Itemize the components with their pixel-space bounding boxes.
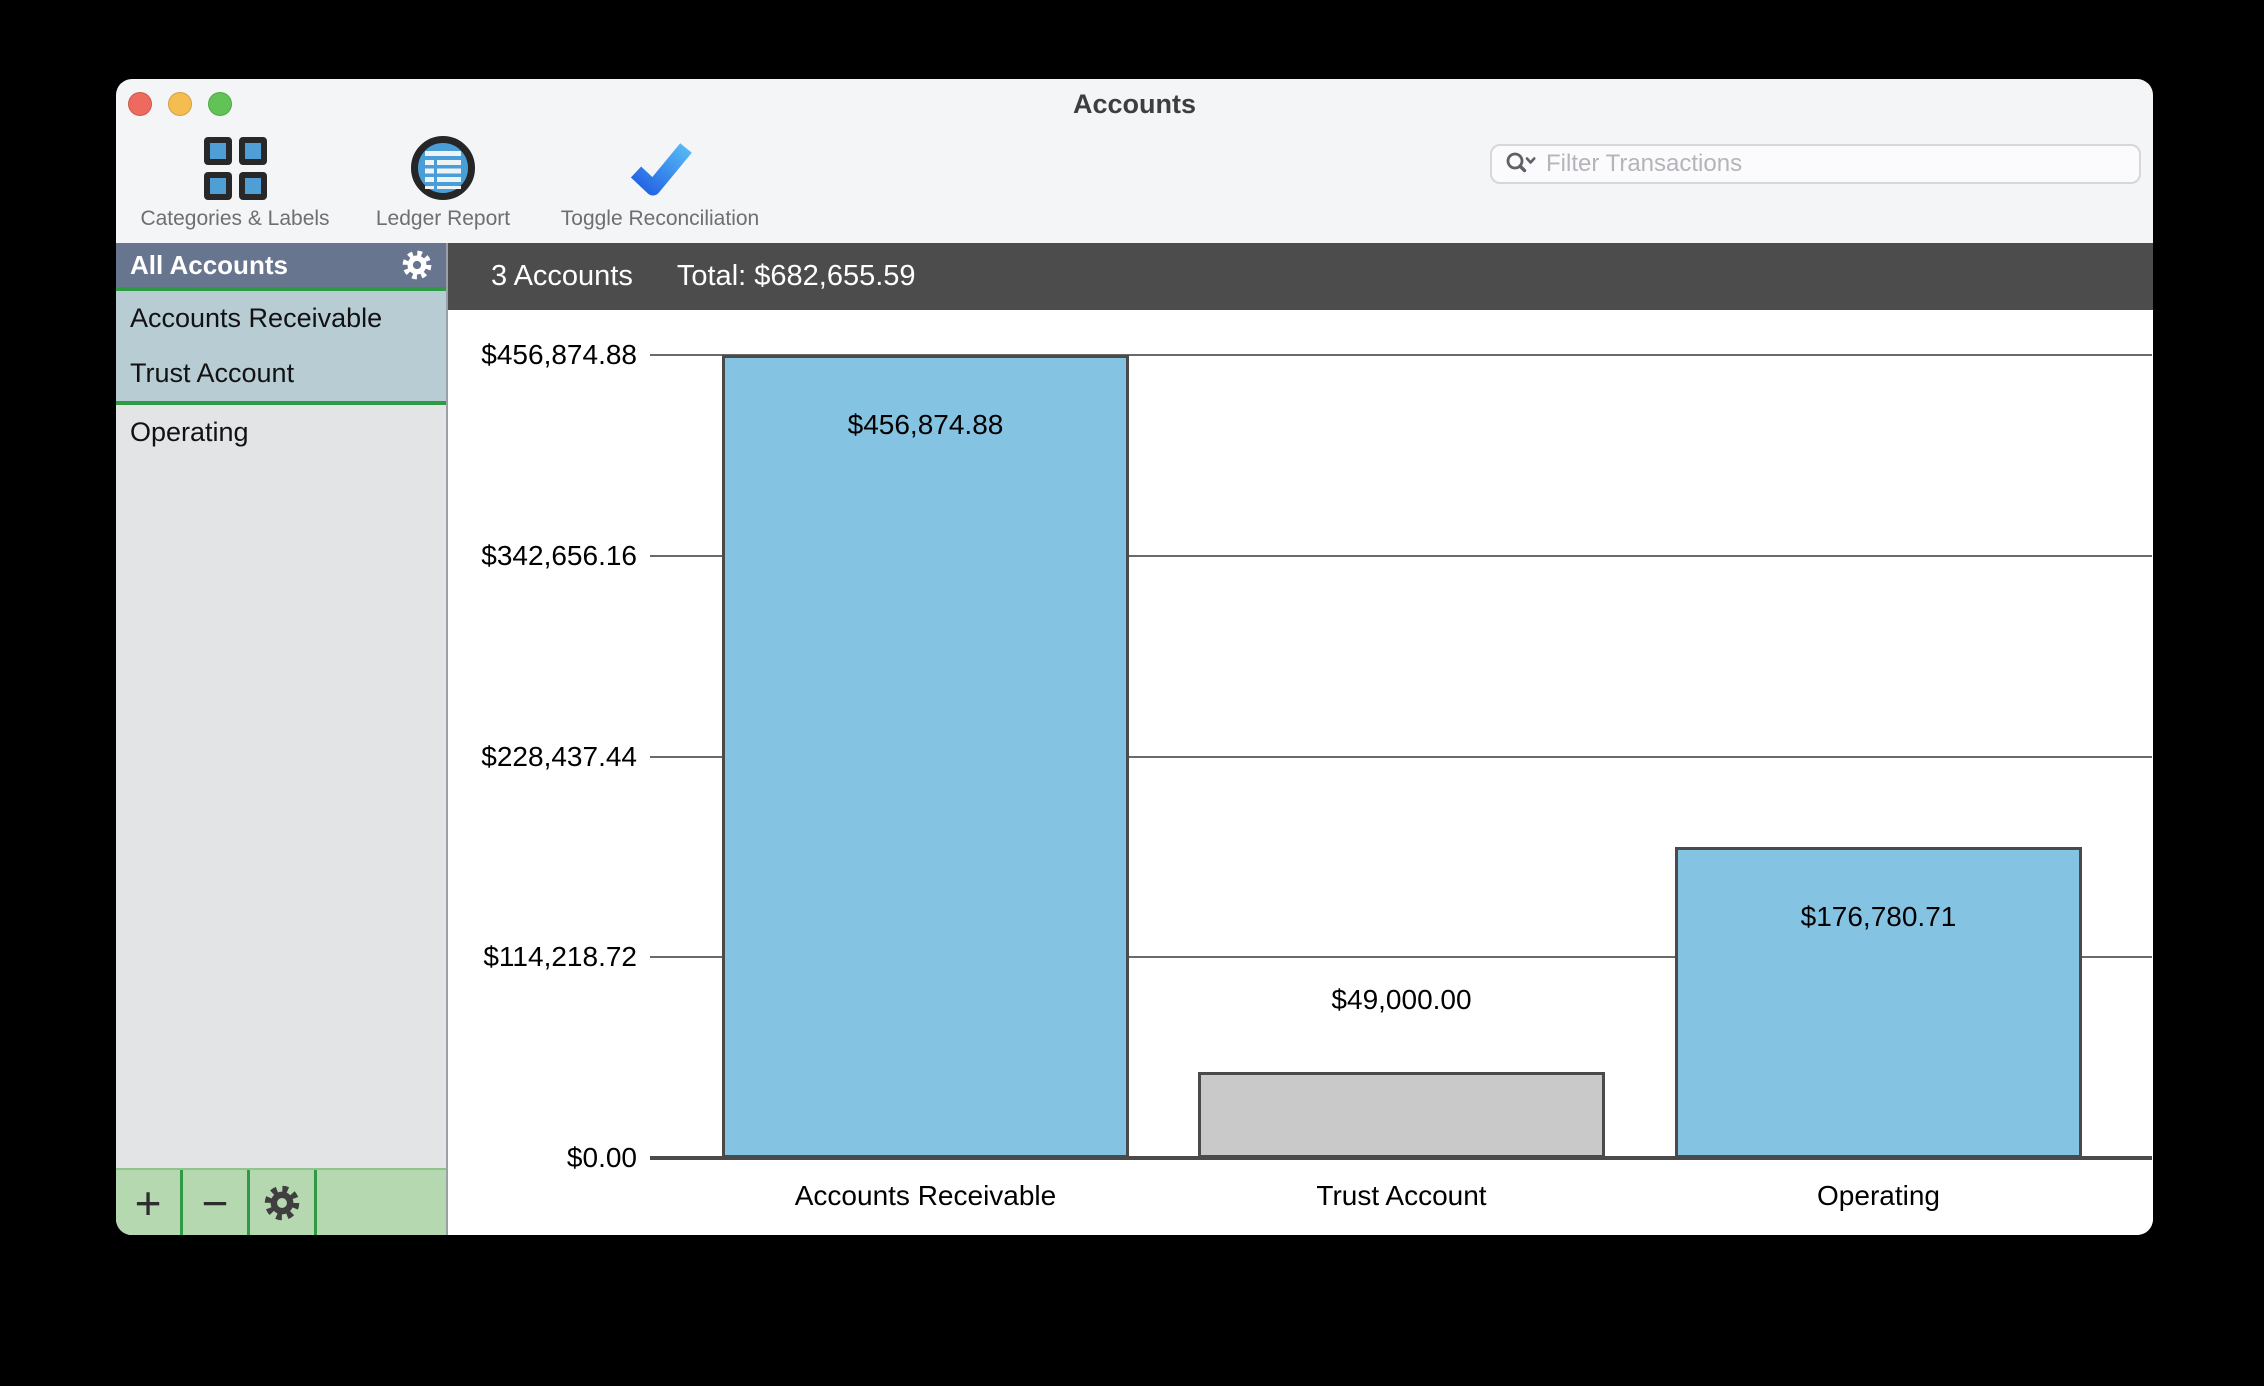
x-axis-label: Operating [1675,1179,2082,1213]
sidebar-item-operating[interactable]: Operating [116,405,446,460]
x-axis-label: Trust Account [1198,1179,1605,1213]
bar-trust-account[interactable] [1198,1072,1605,1158]
x-axis-label: Accounts Receivable [722,1179,1129,1213]
y-tick-label: $342,656.16 [448,539,637,573]
app-window: Accounts Categories & Labels Ledger Repo… [116,79,2153,1235]
sidebar-gear-icon[interactable] [402,250,432,280]
bar-accounts-receivable[interactable] [722,355,1129,1158]
account-settings-button[interactable] [250,1170,317,1235]
y-tick-label: $0.00 [448,1141,637,1175]
toggle-reconciliation-button[interactable]: Toggle Reconciliation [547,135,773,231]
y-tick-label: $228,437.44 [448,740,637,774]
footer-spacer [317,1170,446,1235]
sidebar-empty-area [116,460,446,1168]
sidebar-item-label: Operating [130,417,249,448]
accounts-count: 3 Accounts [491,260,633,293]
categories-labels-button[interactable]: Categories & Labels [129,135,341,231]
sidebar-item-label: Trust Account [130,358,294,389]
sidebar-item-accounts-receivable[interactable]: Accounts Receivable [116,291,446,346]
summary-bar: 3 Accounts Total: $682,655.59 [448,243,2153,310]
window-title: Accounts [116,89,2153,119]
filter-field-container [1490,144,2141,184]
bar-operating[interactable] [1675,847,2082,1158]
remove-account-button[interactable]: − [183,1170,250,1235]
ledger-report-icon [411,135,475,201]
accounts-sidebar: All Accounts Accounts Receivable Trust A… [116,243,448,1235]
checkmark-icon [628,135,692,201]
categories-labels-label: Categories & Labels [140,207,329,231]
add-account-button[interactable]: + [116,1170,183,1235]
bar-chart-plot: $456,874.88 $342,656.16 $228,437.44 $114,21… [448,310,2153,1235]
search-icon [1504,149,1538,179]
y-tick-label: $456,874.88 [448,338,637,372]
accounts-total: Total: $682,655.59 [677,260,916,293]
sidebar-item-label: Accounts Receivable [130,303,382,334]
bar-value-label: $49,000.00 [1198,983,1605,1017]
filter-transactions-input[interactable] [1538,150,2127,178]
sidebar-item-trust-account[interactable]: Trust Account [116,346,446,401]
bar-value-label: $456,874.88 [722,408,1129,442]
toggle-reconciliation-label: Toggle Reconciliation [561,207,759,231]
y-tick-label: $114,218.72 [448,940,637,974]
categories-grid-icon [204,135,267,201]
gear-icon [264,1185,300,1221]
bar-value-label: $176,780.71 [1675,900,2082,934]
sidebar-header: All Accounts [116,243,446,287]
sidebar-header-label: All Accounts [130,250,288,281]
x-axis-line [650,1156,2152,1160]
sidebar-footer-bar: + − [116,1168,446,1235]
ledger-report-button[interactable]: Ledger Report [337,135,549,231]
desktop: { "window_title": "Accounts", "toolbar":… [0,0,2264,1386]
ledger-report-label: Ledger Report [376,207,510,231]
